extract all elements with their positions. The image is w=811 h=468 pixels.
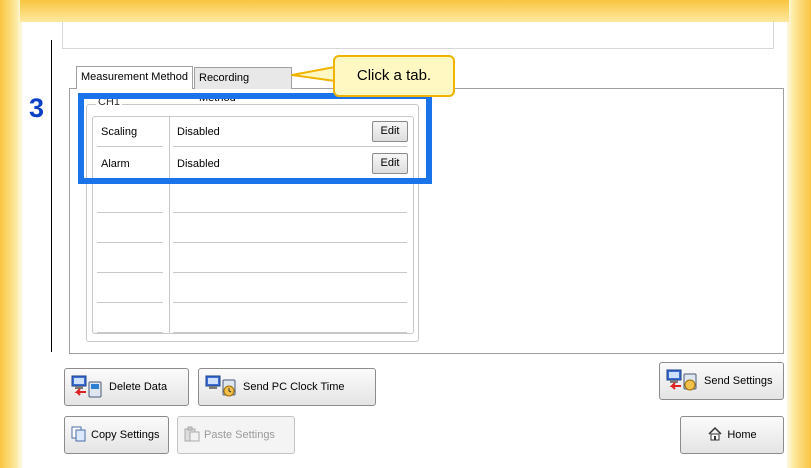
frame-right bbox=[789, 0, 811, 468]
send-pc-clock-time-label: Send PC Clock Time bbox=[243, 381, 345, 393]
send-settings-label: Send Settings bbox=[704, 375, 773, 387]
tab-measurement-method[interactable]: Measurement Method bbox=[76, 66, 193, 89]
delete-data-label: Delete Data bbox=[109, 381, 168, 393]
pc-clock-transfer-icon bbox=[205, 374, 239, 401]
ch1-group-label: CH1 bbox=[96, 96, 123, 108]
scaling-edit-button[interactable]: Edit bbox=[372, 121, 408, 142]
table-row-scaling: Scaling Disabled Edit bbox=[93, 117, 413, 147]
empty-row bbox=[93, 303, 413, 333]
row-divider bbox=[173, 178, 407, 179]
row-divider bbox=[173, 146, 407, 147]
row-name: Alarm bbox=[101, 158, 130, 170]
home-button[interactable]: Home bbox=[680, 416, 784, 454]
paste-settings-label: Paste Settings bbox=[204, 429, 275, 441]
copy-icon bbox=[71, 426, 87, 445]
empty-row bbox=[93, 213, 413, 243]
top-panel bbox=[62, 22, 774, 49]
delete-data-button[interactable]: Delete Data bbox=[64, 368, 189, 406]
home-icon bbox=[707, 426, 723, 445]
copy-settings-button[interactable]: Copy Settings bbox=[64, 416, 169, 454]
paste-icon bbox=[184, 426, 200, 445]
row-value: Disabled bbox=[177, 126, 220, 138]
row-value: Disabled bbox=[177, 158, 220, 170]
callout-pointer bbox=[291, 66, 336, 82]
callout: Click a tab. bbox=[333, 55, 455, 97]
row-name: Scaling bbox=[101, 126, 138, 138]
alarm-edit-button[interactable]: Edit bbox=[372, 153, 408, 174]
send-settings-button[interactable]: Send Settings bbox=[659, 362, 784, 400]
empty-row bbox=[93, 243, 413, 273]
row-divider bbox=[173, 332, 407, 333]
ch1-settings-grid: Scaling Disabled Edit Alarm Disabled Edi… bbox=[92, 116, 414, 334]
margin-rule bbox=[51, 40, 52, 352]
empty-row bbox=[93, 273, 413, 303]
paste-settings-button[interactable]: Paste Settings bbox=[177, 416, 295, 454]
frame-left bbox=[0, 0, 20, 468]
home-label: Home bbox=[727, 429, 757, 441]
table-row-alarm: Alarm Disabled Edit bbox=[93, 149, 413, 179]
callout-text: Click a tab. bbox=[356, 67, 432, 84]
frame-top bbox=[0, 0, 811, 22]
pc-logger-transfer-icon bbox=[71, 374, 105, 401]
empty-row bbox=[93, 183, 413, 213]
step-number: 3 bbox=[29, 93, 45, 123]
row-divider bbox=[97, 178, 163, 179]
tab-recording-method[interactable]: Recording Method bbox=[194, 67, 292, 104]
pc-logger-transfer-icon bbox=[666, 368, 700, 395]
send-pc-clock-time-button[interactable]: Send PC Clock Time bbox=[198, 368, 376, 406]
row-divider bbox=[97, 332, 163, 333]
copy-settings-label: Copy Settings bbox=[91, 429, 160, 441]
row-divider bbox=[97, 146, 163, 147]
